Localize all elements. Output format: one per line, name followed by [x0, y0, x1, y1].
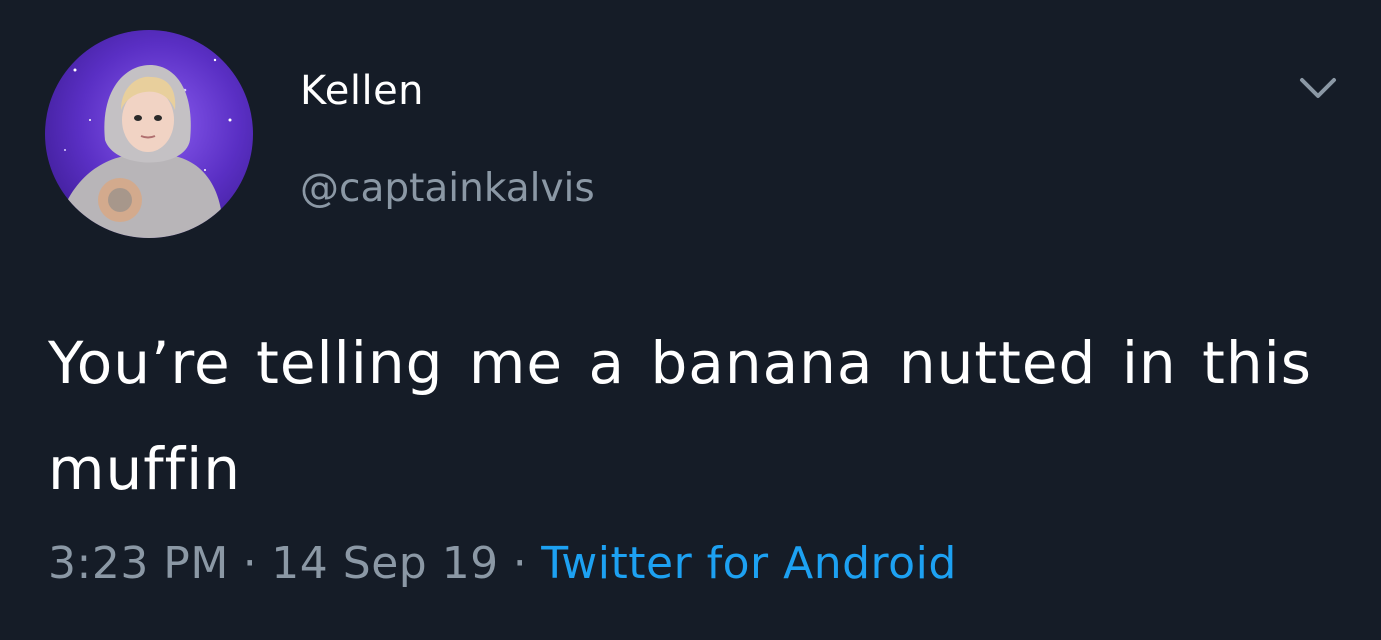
chevron-down-icon[interactable]	[1298, 70, 1338, 106]
tweet-source-link[interactable]: Twitter for Android	[541, 538, 957, 589]
tweet-text: You’re telling me a banana nutted in thi…	[48, 329, 1312, 503]
user-avatar-icon	[45, 30, 253, 238]
avatar[interactable]	[45, 30, 253, 238]
tweet-card: Kellen @captainkalvis You’re telling me …	[0, 0, 1381, 640]
separator: ·	[512, 538, 528, 589]
separator: ·	[242, 538, 258, 589]
author-display-name[interactable]: Kellen	[300, 68, 424, 114]
tweet-time[interactable]: 3:23 PM	[48, 538, 229, 589]
tweet-metadata: 3:23 PM · 14 Sep 19 · Twitter for Android	[48, 538, 957, 589]
author-handle[interactable]: @captainkalvis	[300, 166, 595, 211]
tweet-date[interactable]: 14 Sep 19	[271, 538, 498, 589]
